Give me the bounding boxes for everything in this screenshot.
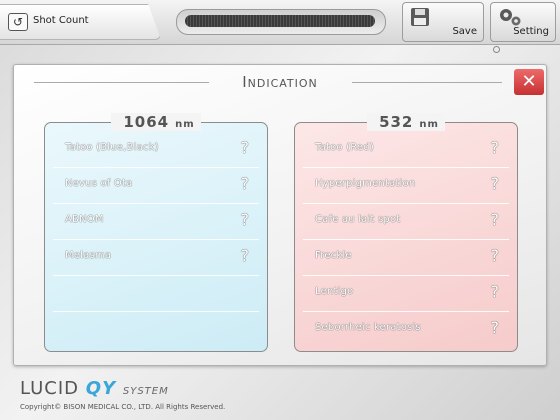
brand-logo: LUCID QY SYSTEM: [20, 378, 169, 399]
indication-item[interactable]: Melasma ?: [53, 239, 259, 276]
indication-label: Freckle: [315, 250, 352, 261]
wavelength-value: 1064: [117, 113, 176, 131]
question-icon[interactable]: ?: [241, 138, 250, 157]
setting-button[interactable]: Setting: [490, 2, 556, 42]
wavelength-value: 532: [373, 113, 420, 131]
wavelength-unit: nm: [175, 119, 195, 130]
save-button[interactable]: Save: [402, 2, 484, 42]
question-icon[interactable]: ?: [491, 282, 500, 301]
shot-count-button[interactable]: ↺ Shot Count: [0, 4, 161, 40]
shot-counter-display: [176, 9, 386, 35]
brand-lucid: LUCID: [20, 378, 80, 399]
setting-label: Setting: [513, 26, 549, 37]
indication-item[interactable]: Hyperpigmentation ?: [303, 167, 509, 204]
wavelength-unit: nm: [419, 119, 439, 130]
question-icon[interactable]: ?: [491, 318, 500, 337]
question-icon[interactable]: ?: [491, 210, 500, 229]
undo-icon: ↺: [8, 13, 28, 31]
empty-row: [53, 275, 259, 312]
wavelength-column-1064: 1064 nm Tatoo (Blue,Black) ? Nevus of Ota…: [44, 113, 268, 352]
question-icon[interactable]: ?: [491, 246, 500, 265]
question-icon[interactable]: ?: [241, 210, 250, 229]
indication-label: Tatoo (Red): [315, 142, 374, 153]
brand-system: SYSTEM: [122, 386, 169, 397]
copyright-text: Copyright© BISON MEDICAL CO., LTD. All R…: [20, 403, 226, 411]
indication-panel: Indication ✕ 1064 nm Tatoo (Blue,Black) ?…: [13, 64, 547, 366]
shot-counter-bar: [185, 15, 375, 27]
indication-label: Hyperpigmentation: [315, 178, 416, 189]
indication-item[interactable]: Tatoo (Blue,Black) ?: [53, 131, 259, 168]
question-icon[interactable]: ?: [241, 174, 250, 193]
question-icon[interactable]: ?: [491, 138, 500, 157]
shot-count-label: Shot Count: [33, 15, 89, 26]
question-icon[interactable]: ?: [491, 174, 500, 193]
indication-item[interactable]: Nevus of Ota ?: [53, 167, 259, 204]
indication-label: Lentigo: [315, 286, 354, 297]
indication-item[interactable]: Freckle ?: [303, 239, 509, 276]
indication-label: Tatoo (Blue,Black): [65, 142, 159, 153]
question-icon[interactable]: ?: [241, 246, 250, 265]
panel-title: Indication: [242, 73, 318, 91]
column-heading: 532 nm: [295, 112, 517, 131]
close-icon: ✕: [521, 71, 537, 92]
top-bar: ↺ Shot Count Save Setting: [0, 0, 560, 45]
indication-label: Melasma: [65, 250, 112, 261]
save-label: Save: [452, 26, 477, 37]
column-heading: 1064 nm: [45, 112, 267, 131]
indication-item[interactable]: Cafe au lait spot ?: [303, 203, 509, 240]
status-dot: [493, 46, 500, 53]
brand-qy: QY: [85, 378, 117, 399]
indication-label: Seborrheic keratosis: [315, 322, 421, 333]
indication-label: ABNOM: [65, 214, 104, 225]
indication-item[interactable]: Tatoo (Red) ?: [303, 131, 509, 168]
indication-item[interactable]: Seborrheic keratosis ?: [303, 311, 509, 347]
indication-item[interactable]: Lentigo ?: [303, 275, 509, 312]
wavelength-column-532: 532 nm Tatoo (Red) ? Hyperpigmentation ? …: [294, 113, 518, 352]
indication-item[interactable]: ABNOM ?: [53, 203, 259, 240]
indication-label: Nevus of Ota: [65, 178, 133, 189]
close-button[interactable]: ✕: [514, 69, 544, 95]
save-disk-icon: [409, 6, 431, 31]
indication-label: Cafe au lait spot: [315, 214, 401, 225]
